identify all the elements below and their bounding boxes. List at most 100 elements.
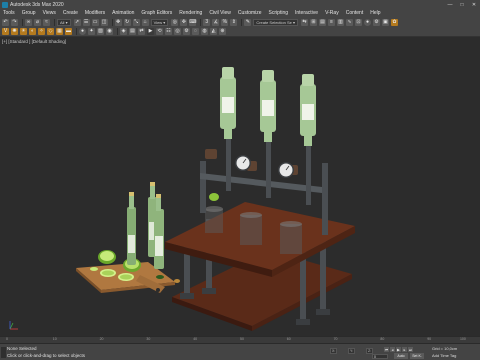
- vray-toon-icon[interactable]: ◭: [210, 28, 217, 35]
- vray-dome-icon[interactable]: ◐: [29, 28, 36, 35]
- vray-mesh-export-icon[interactable]: ▧: [97, 28, 104, 35]
- vray-denoiser-icon[interactable]: ◌: [192, 28, 199, 35]
- vray-interactive-icon[interactable]: ⟲: [156, 28, 163, 35]
- vray-extra-icon[interactable]: ⊕: [219, 28, 226, 35]
- vray-sun-icon[interactable]: ☀: [20, 28, 27, 35]
- grid-size: Grid = 10,0cm: [432, 346, 458, 351]
- menu-animation[interactable]: Animation: [112, 10, 134, 16]
- window-title: Autodesk 3ds Max 2020: [10, 1, 64, 8]
- toggle-scene-explorer-icon[interactable]: ▤: [319, 18, 327, 26]
- spinner-snap-icon[interactable]: ⇕: [230, 18, 238, 26]
- inverted-bottles: [220, 67, 316, 146]
- mirror-icon[interactable]: ⇆: [301, 18, 309, 26]
- material-editor-icon[interactable]: ●: [364, 18, 372, 26]
- menu-scripting[interactable]: Scripting: [269, 10, 288, 16]
- select-manipulate-icon[interactable]: ✜: [180, 18, 188, 26]
- selection-status: None Selected: [7, 346, 37, 351]
- prev-frame-icon[interactable]: ◂: [390, 347, 395, 352]
- vray-ies-icon[interactable]: ✧: [38, 28, 45, 35]
- vray-lister-icon[interactable]: ☷: [165, 28, 172, 35]
- coord-y-field[interactable]: Y:: [348, 348, 356, 354]
- play-icon[interactable]: ▶: [396, 347, 401, 352]
- rect-selection-icon[interactable]: ▭: [91, 18, 99, 26]
- minimize-icon[interactable]: —: [444, 0, 456, 9]
- set-key-button[interactable]: Set K.: [410, 353, 424, 359]
- vray-proxy-icon[interactable]: ▦: [56, 28, 63, 35]
- menu-customize[interactable]: Customize: [238, 10, 262, 16]
- selection-filter-dropdown[interactable]: All ▾: [57, 18, 71, 26]
- pivot-center-icon[interactable]: ◎: [171, 18, 179, 26]
- menu-modifiers[interactable]: Modifiers: [85, 10, 105, 16]
- menu-vray[interactable]: V-Ray: [325, 10, 339, 16]
- bind-spacewarp-icon[interactable]: ≈: [43, 18, 50, 26]
- align-icon[interactable]: ⊞: [310, 18, 318, 26]
- vray-scene-converter-icon[interactable]: ⇄: [138, 28, 145, 35]
- ribbon-icon[interactable]: ▥: [337, 18, 345, 26]
- vray-sphere-icon[interactable]: ●: [79, 28, 86, 35]
- percent-snap-icon[interactable]: %: [221, 18, 229, 26]
- go-to-end-icon[interactable]: ⏭: [408, 347, 413, 352]
- reference-coord-dropdown[interactable]: View ▾: [150, 18, 169, 26]
- go-to-start-icon[interactable]: ⏮: [384, 347, 389, 352]
- auto-key-button[interactable]: Auto: [394, 353, 408, 359]
- timeline-slider[interactable]: 0 10 20 30 40 50 60 70 80 90 100: [0, 336, 480, 343]
- vray-physical-camera-icon[interactable]: ◉: [106, 28, 113, 35]
- current-frame-field[interactable]: 0: [372, 354, 388, 359]
- menu-content[interactable]: Content: [346, 10, 364, 16]
- named-selection-dropdown[interactable]: Create Selection Se ▾: [253, 18, 299, 26]
- edit-named-selection-icon[interactable]: ✎: [244, 18, 252, 26]
- unlink-icon[interactable]: ⌀: [34, 18, 41, 26]
- maxscript-listener[interactable]: [1, 347, 6, 358]
- perspective-viewport[interactable]: [+] [Standard ] [Default Shading]: [0, 37, 480, 336]
- vray-fb-icon[interactable]: V: [2, 28, 9, 35]
- vray-lens-icon[interactable]: ◍: [201, 28, 208, 35]
- vray-material-icon[interactable]: ◈: [120, 28, 127, 35]
- menu-rendering[interactable]: Rendering: [179, 10, 202, 16]
- render-setup-icon[interactable]: ⚙: [373, 18, 381, 26]
- menu-interactive[interactable]: Interactive: [295, 10, 318, 16]
- render-icon[interactable]: ✿: [391, 18, 399, 26]
- menu-create[interactable]: Create: [63, 10, 78, 16]
- snap-toggle-icon[interactable]: 3: [203, 18, 211, 26]
- maximize-icon[interactable]: □: [456, 0, 468, 9]
- schematic-view-icon[interactable]: ⊡: [355, 18, 363, 26]
- menu-tools[interactable]: Tools: [3, 10, 15, 16]
- vray-ambient-icon[interactable]: ◇: [47, 28, 54, 35]
- scene-render: [9, 67, 355, 331]
- undo-icon[interactable]: ↶: [2, 18, 9, 26]
- rendered-frame-icon[interactable]: ▣: [382, 18, 390, 26]
- window-crossing-icon[interactable]: ◫: [100, 18, 108, 26]
- vray-settings-icon[interactable]: ⚙: [183, 28, 190, 35]
- place-icon[interactable]: ⌂: [141, 18, 149, 26]
- menu-bar: Tools Group Views Create Modifiers Anima…: [0, 9, 480, 17]
- move-icon[interactable]: ✥: [114, 18, 122, 26]
- layer-explorer-icon[interactable]: ≡: [328, 18, 336, 26]
- coord-x-field[interactable]: X:: [330, 348, 338, 354]
- pressure-gauges: [235, 155, 294, 178]
- menu-views[interactable]: Views: [43, 10, 56, 16]
- menu-civil-view[interactable]: Civil View: [209, 10, 231, 16]
- angle-snap-icon[interactable]: ∡: [212, 18, 220, 26]
- vray-light-icon[interactable]: ✺: [11, 28, 18, 35]
- curve-editor-icon[interactable]: ∿: [346, 18, 354, 26]
- select-by-name-icon[interactable]: ☰: [82, 18, 90, 26]
- menu-graph-editors[interactable]: Graph Editors: [141, 10, 172, 16]
- close-icon[interactable]: ✕: [468, 0, 480, 9]
- keyboard-shortcut-icon[interactable]: ⌨: [189, 18, 196, 26]
- menu-group[interactable]: Group: [22, 10, 36, 16]
- title-bar: Autodesk 3ds Max 2020 — □ ✕: [0, 0, 480, 9]
- redo-icon[interactable]: ↷: [11, 18, 18, 26]
- menu-help[interactable]: Help: [370, 10, 380, 16]
- next-frame-icon[interactable]: ▸: [402, 347, 407, 352]
- vray-render-icon[interactable]: ▶: [147, 28, 154, 35]
- vray-plane-icon[interactable]: ▬: [65, 28, 72, 35]
- vray-ipr-icon[interactable]: ◎: [174, 28, 181, 35]
- link-icon[interactable]: ∞: [25, 18, 32, 26]
- rotate-icon[interactable]: ↻: [123, 18, 131, 26]
- add-time-tag[interactable]: Add Time Tag: [432, 353, 456, 358]
- vray-material-library-icon[interactable]: ▤: [129, 28, 136, 35]
- scale-icon[interactable]: ⤡: [132, 18, 140, 26]
- select-object-icon[interactable]: ➚: [73, 18, 81, 26]
- 3dsmax-app-icon: [2, 1, 8, 8]
- vray-fur-icon[interactable]: ✦: [88, 28, 95, 35]
